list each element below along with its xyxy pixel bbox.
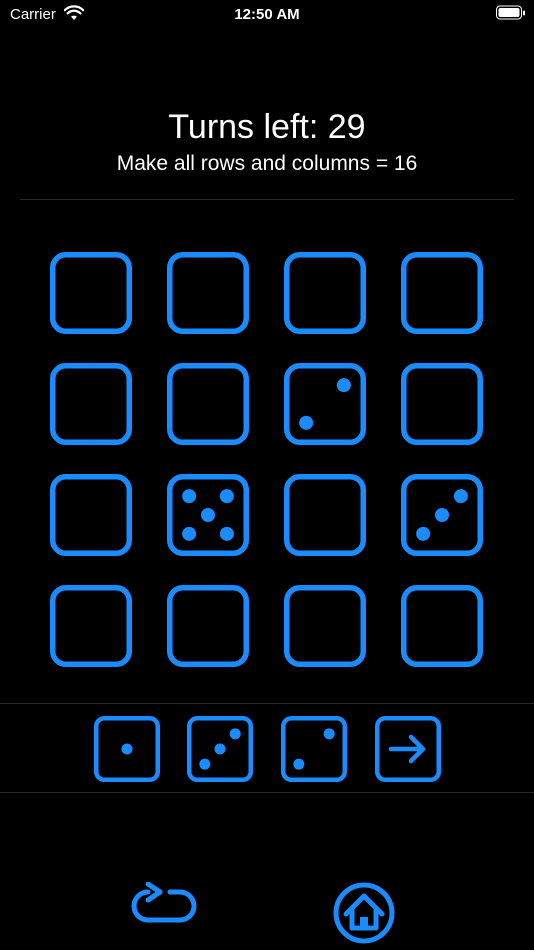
board-cell-empty[interactable] bbox=[50, 363, 132, 445]
board-cell-empty[interactable] bbox=[50, 585, 132, 667]
die-pip bbox=[293, 758, 305, 770]
board-cell-empty[interactable] bbox=[401, 252, 483, 334]
die-pip bbox=[182, 526, 197, 541]
die-pip bbox=[199, 758, 211, 770]
die-pip bbox=[201, 508, 215, 522]
board-cell-die[interactable] bbox=[401, 474, 483, 556]
die-pip bbox=[323, 728, 335, 740]
die-pip bbox=[219, 526, 234, 541]
board-cell-empty[interactable] bbox=[284, 474, 366, 556]
repeat-icon[interactable] bbox=[130, 882, 198, 934]
die-pip bbox=[214, 743, 226, 755]
board-cell-die[interactable] bbox=[284, 363, 366, 445]
board-cell-empty[interactable] bbox=[401, 363, 483, 445]
die-pip bbox=[336, 378, 351, 393]
die-pip bbox=[229, 728, 241, 740]
board-cell-empty[interactable] bbox=[401, 585, 483, 667]
tray-die[interactable] bbox=[187, 716, 253, 782]
goal-subtitle: Make all rows and columns = 16 bbox=[116, 152, 418, 175]
status-bar: Carrier 12:50 AM bbox=[0, 0, 534, 28]
die-pip bbox=[182, 489, 197, 504]
board-cell-empty[interactable] bbox=[50, 474, 132, 556]
board-cell-empty[interactable] bbox=[284, 252, 366, 334]
battery-icon bbox=[496, 5, 525, 20]
die-pip bbox=[435, 508, 449, 522]
tray-die[interactable] bbox=[94, 716, 160, 782]
board-cell-empty[interactable] bbox=[50, 252, 132, 334]
header-divider bbox=[20, 199, 514, 200]
die-pip bbox=[219, 489, 234, 504]
next-button[interactable] bbox=[375, 716, 441, 782]
tray-bottom-divider bbox=[0, 792, 534, 793]
tray-top-divider bbox=[0, 703, 534, 704]
turns-left-title: Turns left: 29 bbox=[168, 108, 366, 146]
board-cell-empty[interactable] bbox=[167, 363, 249, 445]
dice-board bbox=[50, 252, 486, 670]
die-pip bbox=[416, 526, 431, 541]
board-cell-die[interactable] bbox=[167, 474, 249, 556]
die-pip bbox=[299, 415, 314, 430]
board-cell-empty[interactable] bbox=[284, 585, 366, 667]
board-cell-empty[interactable] bbox=[167, 585, 249, 667]
die-pip bbox=[453, 489, 468, 504]
arrow-right-icon bbox=[375, 716, 441, 782]
die-pip bbox=[121, 743, 133, 755]
home-button[interactable] bbox=[332, 881, 396, 945]
tray-die[interactable] bbox=[281, 716, 347, 782]
board-cell-empty[interactable] bbox=[167, 252, 249, 334]
clock: 12:50 AM bbox=[234, 6, 300, 23]
